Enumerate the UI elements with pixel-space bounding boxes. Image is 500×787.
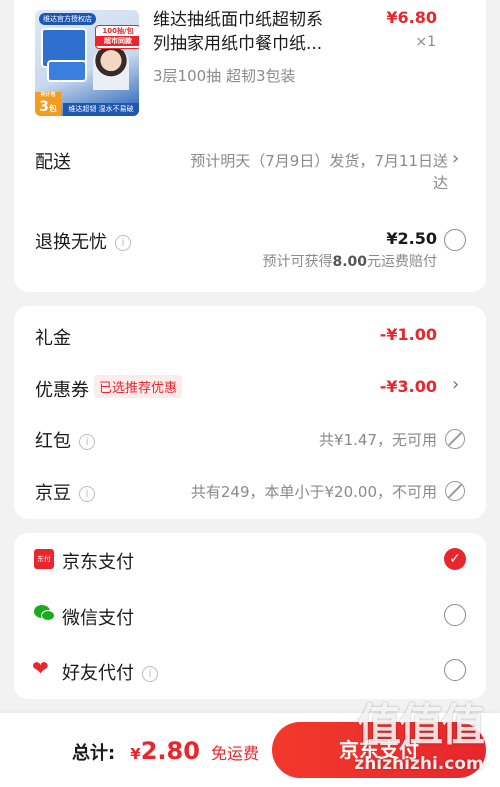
coupon-row[interactable]: 优惠券 已选推荐优惠 -¥3.00 › [14,362,486,410]
info-icon[interactable]: i [115,235,131,251]
payment-option-wechat[interactable]: 微信支付 [14,594,486,638]
product-title[interactable]: 维达抽纸面巾纸超韧系 列抽家用纸巾餐巾纸... [153,8,353,56]
coupon-value: -¥3.00 [379,377,437,396]
delivery-estimate: 预计明天（7月9日）发货，7月11日送 达 [190,152,448,192]
pack-count-badge: 共计包 3包 [35,92,61,116]
unavailable-icon [445,481,465,501]
redpacket-label: 红包 i [35,427,95,453]
gift-value: -¥1.00 [379,325,437,344]
info-icon[interactable]: i [142,666,158,682]
product-thumbnail[interactable]: 维达官方授权店 100抽/包 超市同款 共计包 3包 维达超韧 湿水不易破 [35,10,139,116]
wechat-pay-label: 微信支付 [62,608,134,629]
product-spec: 3层100抽 超韧3包装 [153,67,296,85]
pay-button[interactable]: 京东支付 [272,722,486,778]
unavailable-icon [445,429,465,449]
product-quantity: ×1 [415,34,436,50]
tissue-pack-image-2 [47,60,87,82]
payment-option-jd[interactable]: 东付 京东支付 ✓ [14,539,486,583]
heart-icon: ❤ [32,656,49,680]
shop-tag: 维达官方授权店 [39,13,96,25]
model-photo [93,48,129,90]
chevron-right-icon: › [452,374,460,395]
total-label: 总计: [72,743,116,764]
product-price: ¥6.80 [386,8,437,27]
return-insurance-note: 预计可获得8.00元运费赔付 [262,254,437,270]
chevron-right-icon: › [452,148,460,169]
payment-methods-card: 东付 京东支付 ✓ 微信支付 ❤ 好友代付 i [14,533,486,699]
return-insurance-label: 退换无忧 i [35,228,131,254]
wechat-icon [34,605,56,623]
jdbean-value: 共有249，本单小于¥20.00，不可用 [190,483,437,501]
info-icon[interactable]: i [79,486,95,502]
checkout-bar: 总计: ¥2.80 免运费 京东支付 [0,713,500,787]
product-slogan: 维达超韧 湿水不易破 [63,103,139,116]
redpacket-row: 红包 i 共¥1.47，无可用 [14,416,486,464]
payment-option-friend[interactable]: ❤ 好友代付 i [14,649,486,693]
jdbean-row: 京豆 i 共有249，本单小于¥20.00，不可用 [14,466,486,514]
jd-pay-icon: 东付 [34,549,54,569]
order-total: 总计: ¥2.80 免运费 [72,737,259,765]
total-amount: 2.80 [140,737,200,765]
friend-pay-radio[interactable] [444,659,466,681]
info-icon[interactable]: i [79,434,95,450]
coupon-label: 优惠券 [35,380,89,401]
return-insurance-radio[interactable] [444,229,466,251]
free-shipping-label: 免运费 [211,744,260,763]
return-insurance-row[interactable]: 退换无忧 i ¥2.50 预计可获得8.00元运费赔付 [14,225,486,275]
delivery-row[interactable]: 配送 预计明天（7月9日）发货，7月11日送 达 › [14,140,486,200]
checked-radio-icon[interactable]: ✓ [444,548,466,570]
friend-pay-label: 好友代付 i [62,659,158,685]
jdbean-label: 京豆 i [35,479,95,505]
gift-row: 礼金 -¥1.00 [14,306,486,358]
discounts-card: 礼金 -¥1.00 优惠券 已选推荐优惠 -¥3.00 › 红包 i 共¥1.47… [14,306,486,519]
gift-label: 礼金 [35,328,71,349]
order-item-card: 维达官方授权店 100抽/包 超市同款 共计包 3包 维达超韧 湿水不易破 维达… [14,0,486,292]
delivery-label: 配送 [35,152,71,173]
return-insurance-price: ¥2.50 [386,229,437,248]
redpacket-value: 共¥1.47，无可用 [319,431,437,449]
coupon-tag: 已选推荐优惠 [94,375,183,398]
jd-pay-label: 京东支付 [62,552,134,573]
product-badge: 100抽/包 超市同款 [95,25,139,49]
wechat-pay-radio[interactable] [444,604,466,626]
total-currency: ¥ [130,745,141,763]
